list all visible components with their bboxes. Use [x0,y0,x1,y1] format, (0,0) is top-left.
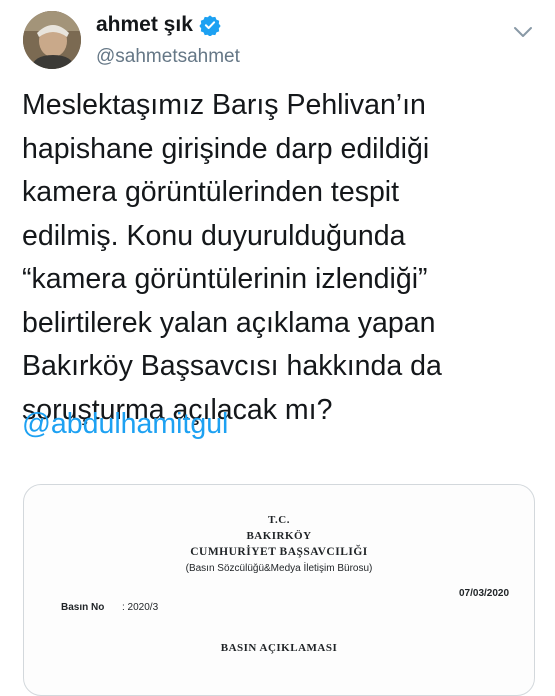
verified-badge-icon [199,14,221,36]
document-number-value: : 2020/3 [122,602,159,613]
document-title: BASIN AÇIKLAMASI [220,642,338,654]
attached-document-image[interactable]: T.C. BAKIRKÖY CUMHURİYET BAŞSAVCILIĞI (B… [23,484,535,696]
document-page: T.C. BAKIRKÖY CUMHURİYET BAŞSAVCILIĞI (B… [24,485,534,695]
tweet-line: Bakırköy Başsavcısı hakkında da [22,350,442,382]
tweet-line: belirtilerek yalan açıklama yapan [22,306,436,339]
tweet-line: edilmiş. Konu duyurulduğunda [22,219,406,252]
author-name-text[interactable]: ahmet şık [96,13,193,37]
document-header-city: BAKIRKÖY [246,530,312,542]
mention-link[interactable]: @abdulhamitgul [22,408,228,441]
author-name[interactable]: ahmet şık [96,13,221,37]
document-number-label: Basın No [61,602,105,613]
user-avatar-icon [23,11,81,69]
tweet-line: “kamera görüntülerinin izlendiği” [22,263,428,295]
chevron-down-icon[interactable] [512,24,534,40]
tweet-line: kamera görüntülerinden tespit [22,176,400,208]
tweet-line: hapishane girişinde darp edildiği [22,132,430,165]
document-header-office: CUMHURİYET BAŞSAVCILIĞI [190,546,368,558]
document-header-tc: T.C. [268,514,290,526]
author-handle[interactable]: @sahmetsahmet [96,46,240,68]
tweet-line: Meslektaşımız Barış Pehlivan’ın [22,89,426,121]
tweet-text: Meslektaşımız Barış Pehlivan’ın hapishan… [22,84,542,432]
document-date: 07/03/2020 [459,588,510,599]
avatar[interactable] [23,11,81,69]
document-header-bureau: (Basın Sözcülüğü&Medya İletişim Bürosu) [185,563,373,574]
